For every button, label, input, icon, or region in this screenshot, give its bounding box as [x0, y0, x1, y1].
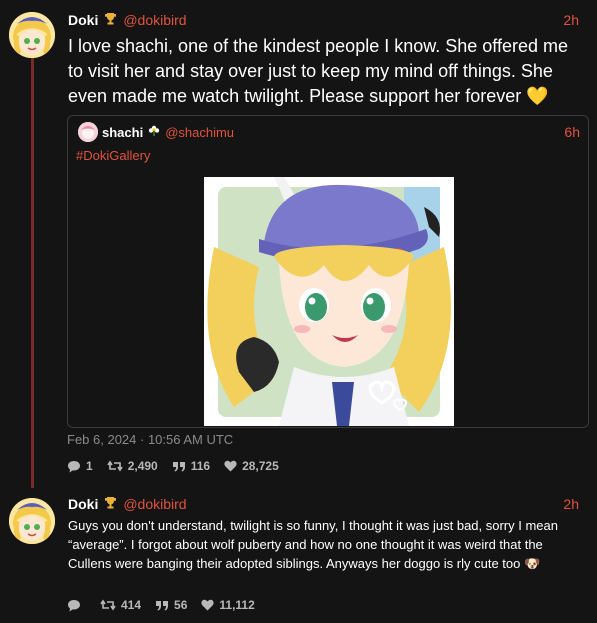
quote-header: shachi @shachimu 6h [102, 123, 580, 141]
reply-count: 1 [86, 459, 93, 473]
trophy-icon [104, 496, 117, 512]
reply-button[interactable]: 1 [67, 459, 93, 473]
like-count: 28,725 [242, 459, 279, 473]
thread-line [31, 58, 34, 488]
display-name[interactable]: Doki [68, 12, 98, 28]
user-handle[interactable]: @dokibird [123, 496, 186, 512]
like-count: 11,112 [219, 598, 255, 612]
reply-icon [68, 599, 80, 611]
retweet-icon [107, 460, 123, 472]
like-button[interactable]: 28,725 [224, 459, 279, 473]
post-2[interactable]: Doki @dokibird 2h Guys you don't underst… [0, 480, 597, 623]
post-header: Doki @dokibird 2h [68, 11, 579, 29]
like-button[interactable]: 11,112 [201, 598, 255, 612]
heart-icon [224, 460, 237, 472]
quote-icon [172, 461, 185, 471]
avatar[interactable] [9, 12, 55, 58]
quote-icon [156, 600, 169, 610]
post-time[interactable]: 2h [563, 496, 579, 512]
retweet-count: 414 [121, 598, 142, 612]
reply-icon [68, 460, 80, 472]
retweet-button[interactable]: 2,490 [107, 459, 158, 473]
quote-time[interactable]: 6h [564, 124, 580, 140]
retweet-count: 2,490 [127, 459, 158, 473]
user-handle[interactable]: @dokibird [123, 12, 186, 28]
post-stats: 414 56 11,112 [67, 597, 269, 613]
yellow-heart-emoji: 💛 [526, 86, 549, 106]
dog-emoji: 🐶 [524, 556, 541, 571]
quote-count: 56 [174, 598, 188, 612]
post-stats: 1 2,490 116 28,725 [67, 458, 293, 474]
quote-avatar[interactable] [78, 122, 98, 142]
post-header: Doki @dokibird 2h [68, 495, 579, 513]
reply-button[interactable] [67, 599, 86, 612]
post-1[interactable]: Doki @dokibird 2h I love shachi, one of … [0, 0, 597, 488]
quoted-post[interactable]: shachi @shachimu 6h #DokiGallery [67, 115, 589, 428]
retweet-button[interactable]: 414 [100, 598, 141, 612]
post-text: Guys you don't understand, twilight is s… [68, 518, 558, 571]
post-time[interactable]: 2h [563, 12, 579, 28]
display-name[interactable]: Doki [68, 496, 98, 512]
fanart-image[interactable] [204, 177, 454, 426]
flower-icon [148, 125, 160, 140]
retweet-icon [100, 599, 116, 611]
post-text: I love shachi, one of the kindest people… [68, 36, 568, 106]
trophy-icon [104, 12, 117, 28]
quote-count: 116 [190, 459, 211, 473]
quote-display-name[interactable]: shachi [102, 125, 143, 140]
quote-button[interactable]: 56 [155, 598, 187, 612]
quote-user-handle[interactable]: @shachimu [165, 125, 234, 140]
quote-button[interactable]: 116 [172, 459, 210, 473]
heart-icon [201, 599, 214, 611]
avatar[interactable] [9, 498, 55, 544]
hashtag-link[interactable]: #DokiGallery [76, 148, 150, 163]
post-timestamp[interactable]: Feb 6, 2024 · 10:56 AM UTC [67, 432, 233, 447]
